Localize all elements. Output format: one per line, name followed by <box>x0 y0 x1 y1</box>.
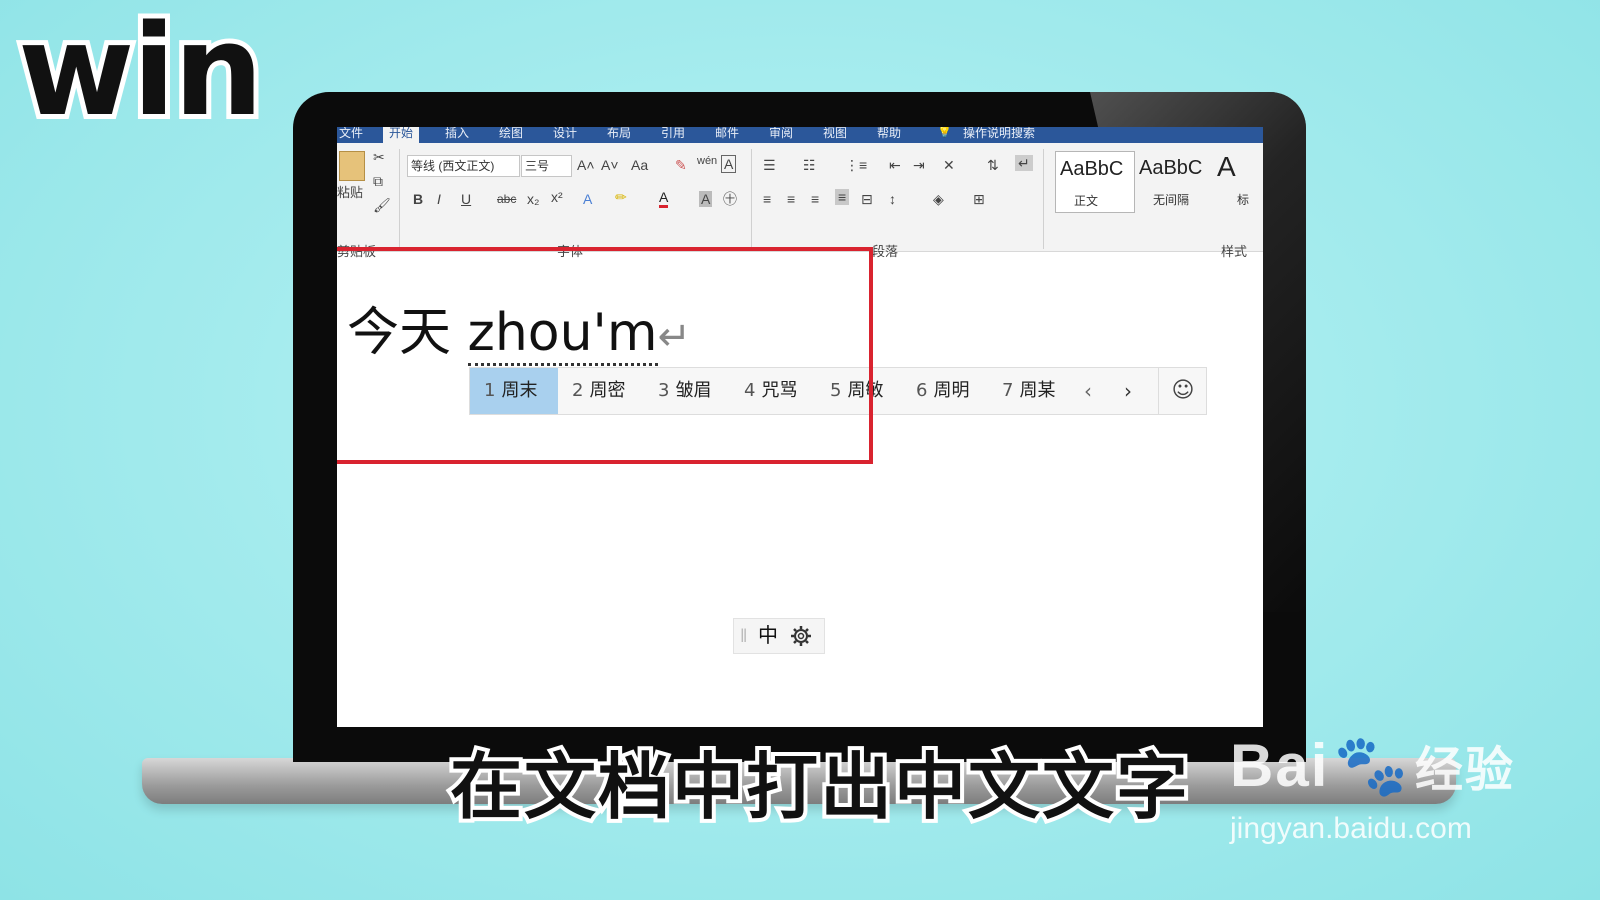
align-right-icon[interactable]: ≡ <box>811 191 819 207</box>
candidate-7[interactable]: 7 周某 <box>988 368 1069 414</box>
grow-font-button[interactable]: A˄ <box>577 157 595 173</box>
change-case-button[interactable]: Aa <box>631 157 648 173</box>
bullets-icon[interactable]: ☰ <box>763 157 776 173</box>
paw-icon: 🐾 <box>1333 732 1411 799</box>
cut-icon[interactable]: ✂ <box>373 149 385 165</box>
word-window: 文件 开始 插入 绘图 设计 布局 引用 邮件 审阅 视图 帮助 💡 操作说明搜… <box>337 127 1263 727</box>
distributed-icon[interactable]: ⊟ <box>861 191 873 207</box>
italic-button[interactable]: I <box>437 191 441 207</box>
style-normal[interactable]: AaBbC 正文 <box>1055 151 1135 213</box>
numbering-icon[interactable]: ☷ <box>803 157 816 173</box>
chinese-layout-icon[interactable]: ✕ <box>943 157 955 173</box>
candidate-number: 6 <box>916 380 928 401</box>
paste-button[interactable]: 粘贴 <box>337 185 363 201</box>
multilevel-list-icon[interactable]: ⋮≡ <box>845 157 867 173</box>
shrink-font-button[interactable]: A˅ <box>601 157 619 173</box>
underline-button[interactable]: U <box>461 191 471 207</box>
style-name: 标 <box>1237 193 1250 207</box>
tab-draw[interactable]: 绘图 <box>499 127 523 141</box>
watermark-suffix: 经验 <box>1415 744 1516 797</box>
drag-handle[interactable]: ‖ <box>740 619 747 653</box>
bold-button[interactable]: B <box>413 191 423 207</box>
tab-view[interactable]: 视图 <box>823 127 847 141</box>
style-name: 正文 <box>1074 194 1099 208</box>
ribbon-home: 粘贴 ✂ ⧉ 🖌 剪贴板 等线 (西文正文) 三号 A˄ A˅ Aa ✎ wén… <box>337 143 1263 259</box>
style-heading[interactable]: A 标 <box>1213 151 1263 211</box>
prev-page-icon[interactable]: ‹ <box>1084 368 1092 414</box>
style-sample: AaBbC <box>1060 158 1124 180</box>
ime-status-bar: ‖ 中 <box>733 618 825 654</box>
tab-layout[interactable]: 布局 <box>607 127 631 141</box>
corner-label: win <box>13 0 268 144</box>
tab-file[interactable]: 文件 <box>339 127 363 141</box>
lightbulb-icon: 💡 <box>937 127 952 138</box>
subtitle-caption: 在文档中打出中文文字 <box>446 741 1192 833</box>
subscript-button[interactable]: x₂ <box>527 191 539 207</box>
align-center-icon[interactable]: ≡ <box>787 191 795 207</box>
candidate-number: 7 <box>1002 380 1014 401</box>
shading-icon[interactable]: ◈ <box>933 191 944 207</box>
clear-format-icon[interactable]: ✎ <box>675 157 687 173</box>
borders-icon[interactable]: ⊞ <box>973 191 985 207</box>
paragraph-group-label: 段落 <box>872 244 899 259</box>
group-divider <box>399 149 400 249</box>
style-sample: A <box>1217 151 1236 182</box>
style-name: 无间隔 <box>1153 193 1190 207</box>
paste-icon[interactable] <box>339 151 365 181</box>
group-divider <box>1043 149 1044 249</box>
candidate-text: 周明 <box>933 380 970 401</box>
input-mode-toggle[interactable]: 中 <box>758 619 778 653</box>
tab-insert[interactable]: 插入 <box>445 127 469 141</box>
font-size-select[interactable]: 三号 <box>521 155 572 177</box>
char-border-button[interactable]: A <box>721 155 737 173</box>
group-divider <box>751 149 752 249</box>
highlight-icon[interactable]: ✏ <box>615 189 627 205</box>
watermark-brand: Bai <box>1230 732 1330 799</box>
text-effects-icon[interactable]: A <box>583 191 592 207</box>
format-painter-icon[interactable]: 🖌 <box>373 197 391 213</box>
phonetic-guide-button[interactable]: wén <box>697 153 717 169</box>
gear-icon[interactable] <box>790 625 812 647</box>
styles-group-label: 样式 <box>1221 244 1248 259</box>
increase-indent-icon[interactable]: ⇥ <box>913 157 925 173</box>
show-marks-icon[interactable]: ↵ <box>1015 155 1033 171</box>
superscript-button[interactable]: x² <box>551 189 563 205</box>
enclose-char-icon[interactable]: ㊉ <box>723 191 737 207</box>
tell-me-search[interactable]: 操作说明搜索 <box>963 127 1035 141</box>
tab-review[interactable]: 审阅 <box>769 127 793 141</box>
char-shading-button[interactable]: A <box>699 191 713 207</box>
tab-references[interactable]: 引用 <box>661 127 685 141</box>
strikethrough-button[interactable]: abc <box>497 191 516 207</box>
align-left-icon[interactable]: ≡ <box>763 191 771 207</box>
tab-design[interactable]: 设计 <box>553 127 577 141</box>
candidate-6[interactable]: 6 周明 <box>902 368 983 414</box>
sort-icon[interactable]: ⇅ <box>987 157 999 173</box>
font-color-button[interactable]: A <box>659 189 669 208</box>
emoji-icon[interactable]: ☺ <box>1158 368 1207 414</box>
baidu-watermark: Bai 🐾 经验 jingyan.baidu.com <box>1230 730 1516 845</box>
copy-icon[interactable]: ⧉ <box>373 173 383 189</box>
decrease-indent-icon[interactable]: ⇤ <box>889 157 901 173</box>
tab-home[interactable]: 开始 <box>383 127 420 143</box>
line-spacing-icon[interactable]: ↕ <box>889 191 896 207</box>
tab-help[interactable]: 帮助 <box>877 127 901 141</box>
style-no-spacing[interactable]: AaBbC 无间隔 <box>1135 151 1213 211</box>
highlight-frame <box>337 247 873 464</box>
watermark-url: jingyan.baidu.com <box>1230 812 1472 845</box>
ribbon-tab-bar: 文件 开始 插入 绘图 设计 布局 引用 邮件 审阅 视图 帮助 💡 操作说明搜… <box>337 127 1263 143</box>
candidate-text: 周某 <box>1019 380 1056 401</box>
next-page-icon[interactable]: › <box>1124 368 1132 414</box>
tab-mailings[interactable]: 邮件 <box>715 127 739 141</box>
justify-icon[interactable]: ≡ <box>835 189 850 205</box>
style-sample: AaBbC <box>1139 157 1203 179</box>
font-family-select[interactable]: 等线 (西文正文) <box>407 155 520 177</box>
